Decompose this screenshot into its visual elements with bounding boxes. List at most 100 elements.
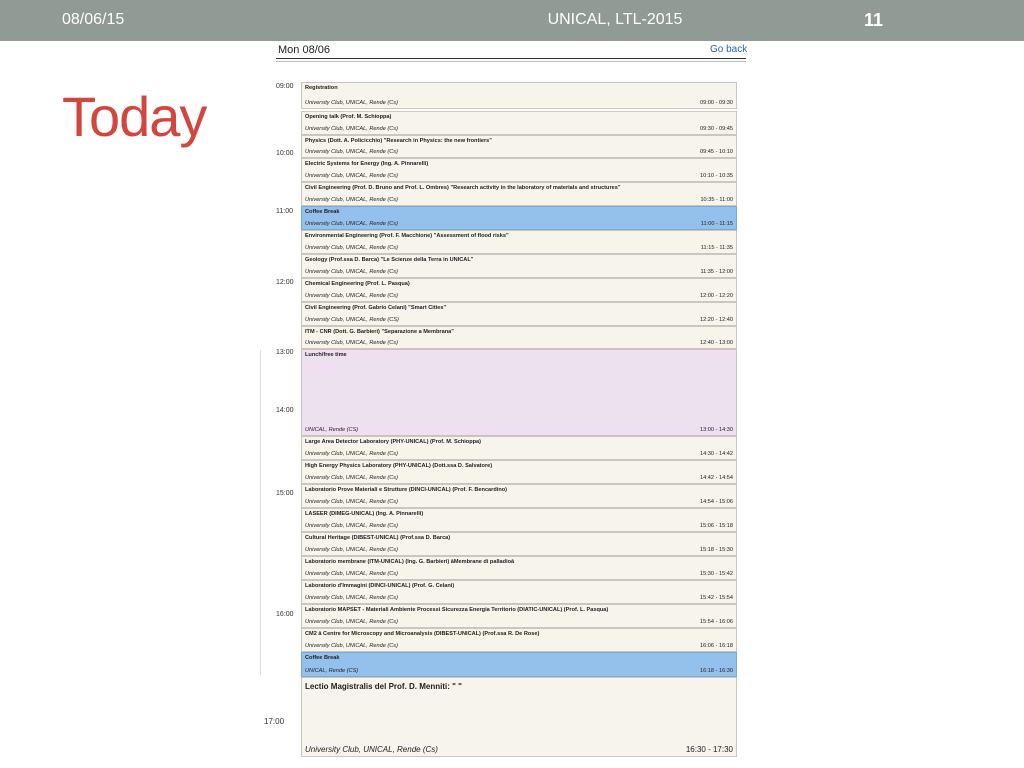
event-time: 11:35 - 12:00 [700,269,733,275]
event-location: University Club, UNICAL, Rende (Cs) [305,745,438,754]
event-title: Physics (Dott. A. Policicchio) "Research… [305,138,492,144]
event-block[interactable]: CM2 â Centre for Microscopy and Microana… [301,628,737,652]
event-location: University Club, UNICAL, Rende (Cs) [305,197,398,203]
event-time: 14:42 - 14:54 [700,475,733,481]
event-location: University Club, UNICAL, Rende (Cs) [305,643,398,649]
event-title: High Energy Physics Laboratory (PHY-UNIC… [305,463,493,469]
event-time: 14:54 - 15:06 [700,499,733,505]
event-location: University Club, UNICAL, Rende (CS) [305,317,399,323]
event-time: 16:30 - 17:30 [685,745,733,754]
event-location: University Club, UNICAL, Rende (Cs) [305,595,398,601]
event-location: University Club, UNICAL, Rende (Cs) [305,451,398,457]
event-title: LASEER (DIMEG-UNICAL) (Ing. A. Pinnarell… [305,511,424,517]
event-time: 15:30 - 15:42 [700,571,733,577]
event-location: University Club, UNICAL, Rende (Cs) [305,293,398,299]
event-block[interactable]: Coffee Break University Club, UNICAL, Ren… [301,206,737,230]
event-title: Laboratorio MAPSET - Materiali Ambiente … [305,607,609,613]
event-block[interactable]: High Energy Physics Laboratory (PHY-UNIC… [301,460,737,484]
event-title: Civil Engineering (Prof. Gabrio Celani) … [305,305,447,311]
event-title: Geology (Prof.ssa D. Barca) "Le Scienze … [305,257,474,263]
event-location: University Club, UNICAL, Rende (Cs) [305,126,398,132]
event-block[interactable]: Registration University Club, UNICAL, Ren… [301,82,737,109]
hour-label: 14:00 [276,407,294,414]
event-time: 09:30 - 09:45 [700,126,733,132]
event-block[interactable]: ITM - CNR (Dott. G. Barbieri) "Separazio… [301,326,737,349]
event-block[interactable]: Laboratorio Prove Materiali e Strutture … [301,484,737,508]
go-back-link[interactable]: Go back [710,44,747,55]
event-location: University Club, UNICAL, Rende (Cs) [305,571,398,577]
event-location: UNICAL, Rende (CS) [305,668,359,674]
event-block[interactable]: Civil Engineering (Prof. Gabrio Celani) … [301,302,737,326]
event-time: 12:00 - 12:20 [700,293,733,299]
event-time: 09:00 - 09:30 [700,100,733,106]
event-time: 13:00 - 14:30 [700,427,733,433]
event-time: 10:10 - 10:35 [700,173,733,179]
event-title: Cultural Heritage (DIBEST-UNICAL) (Prof.… [305,535,451,541]
event-time: 09:45 - 10:10 [700,149,733,155]
event-location: University Club, UNICAL, Rende (Cs) [305,245,398,251]
event-block[interactable]: LASEER (DIMEG-UNICAL) (Ing. A. Pinnarell… [301,508,737,532]
calendar-screenshot: Mon 08/06 Go back 09:00 10:00 11:00 12:00 13… [0,0,1024,768]
event-time: 11:00 - 11:15 [700,221,733,227]
hour-label: 10:00 [276,150,294,157]
hour-label: 15:00 [276,490,294,497]
divider [260,350,261,675]
event-title: Registration [305,85,338,91]
hour-label: 11:00 [276,208,293,215]
hour-label: 09:00 [276,83,294,90]
event-time: 15:54 - 16:06 [700,619,733,625]
event-time: 12:40 - 13:00 [700,340,733,346]
event-block[interactable]: Laboratorio d'Immagini (DINCI-UNICAL) (P… [301,580,737,604]
event-time: 12:20 - 12:40 [700,317,733,323]
event-time: 16:06 - 16:18 [700,643,733,649]
divider [276,58,746,59]
event-block[interactable]: Physics (Dott. A. Policicchio) "Research… [301,135,737,158]
event-title: Laboratorio d'Immagini (DINCI-UNICAL) (P… [305,583,455,589]
event-block[interactable]: Large Area Detector Laboratory (PHY-UNIC… [301,436,737,460]
event-title: Coffee Break [305,655,340,661]
event-title: Laboratorio membrane (ITM-UNICAL) (Ing. … [305,559,515,565]
event-block[interactable]: Coffee Break UNICAL, Rende (CS) 16:18 - 16… [301,652,737,677]
event-title: Civil Engineering (Prof. D. Bruno and Pr… [305,185,621,191]
hour-label: 17:00 [264,717,285,726]
event-time: 15:06 - 15:18 [700,523,733,529]
event-block[interactable]: Chemical Engineering (Prof. L. Pasqua) Un… [301,278,737,302]
event-block[interactable]: Opening talk (Prof. M. Schioppa) Universi… [301,111,737,135]
event-title: Lectio Magistralis del Prof. D. Menniti:… [305,682,462,691]
event-title: Environmental Engineering (Prof. F. Macc… [305,233,509,239]
event-title: ITM - CNR (Dott. G. Barbieri) "Separazio… [305,329,454,335]
event-title: Large Area Detector Laboratory (PHY-UNIC… [305,439,482,445]
event-title: Opening talk (Prof. M. Schioppa) [305,114,392,120]
event-location: University Club, UNICAL, Rende (Cs) [305,221,398,227]
event-location: University Club, UNICAL, Rende (Cs) [305,475,398,481]
event-title: Electric Systems for Energy (Ing. A. Pin… [305,161,429,167]
event-location: University Club, UNICAL, Rende (Cs) [305,523,398,529]
event-block[interactable]: Laboratorio MAPSET - Materiali Ambiente … [301,604,737,628]
event-block[interactable]: Lectio Magistralis del Prof. D. Menniti:… [301,677,737,757]
event-title: CM2 â Centre for Microscopy and Microana… [305,631,540,637]
event-time: 14:30 - 14:42 [700,451,733,457]
event-block[interactable]: Lunch/free time UNICAL, Rende (CS) 13:00 -… [301,349,737,436]
event-block[interactable]: Cultural Heritage (DIBEST-UNICAL) (Prof.… [301,532,737,556]
event-location: University Club, UNICAL, Rende (Cs) [305,173,398,179]
event-block[interactable]: Geology (Prof.ssa D. Barca) "Le Scienze … [301,254,737,278]
event-title: Laboratorio Prove Materiali e Strutture … [305,487,508,493]
calendar-day-label: Mon 08/06 [278,44,330,56]
event-block[interactable]: Laboratorio membrane (ITM-UNICAL) (Ing. … [301,556,737,580]
event-location: UNICAL, Rende (CS) [305,427,359,433]
event-title: Chemical Engineering (Prof. L. Pasqua) [305,281,410,287]
event-location: University Club, UNICAL, Rende (Cs) [305,100,398,106]
event-title: Coffee Break [305,209,340,215]
event-location: University Club, UNICAL, Rende (Cs) [305,619,398,625]
event-block[interactable]: Electric Systems for Energy (Ing. A. Pin… [301,158,737,182]
event-block[interactable]: Environmental Engineering (Prof. F. Macc… [301,230,737,254]
event-time: 15:18 - 15:30 [700,547,733,553]
event-location: University Club, UNICAL, Rende (Cs) [305,547,398,553]
event-title: Lunch/free time [305,352,347,358]
divider [276,61,746,62]
event-location: University Club, UNICAL, Rende (Cs) [305,499,398,505]
hour-label: 13:00 [276,349,294,356]
event-block[interactable]: Civil Engineering (Prof. D. Bruno and Pr… [301,182,737,206]
event-time: 16:18 - 16:30 [700,668,733,674]
event-location: University Club, UNICAL, Rende (Cs) [305,149,398,155]
